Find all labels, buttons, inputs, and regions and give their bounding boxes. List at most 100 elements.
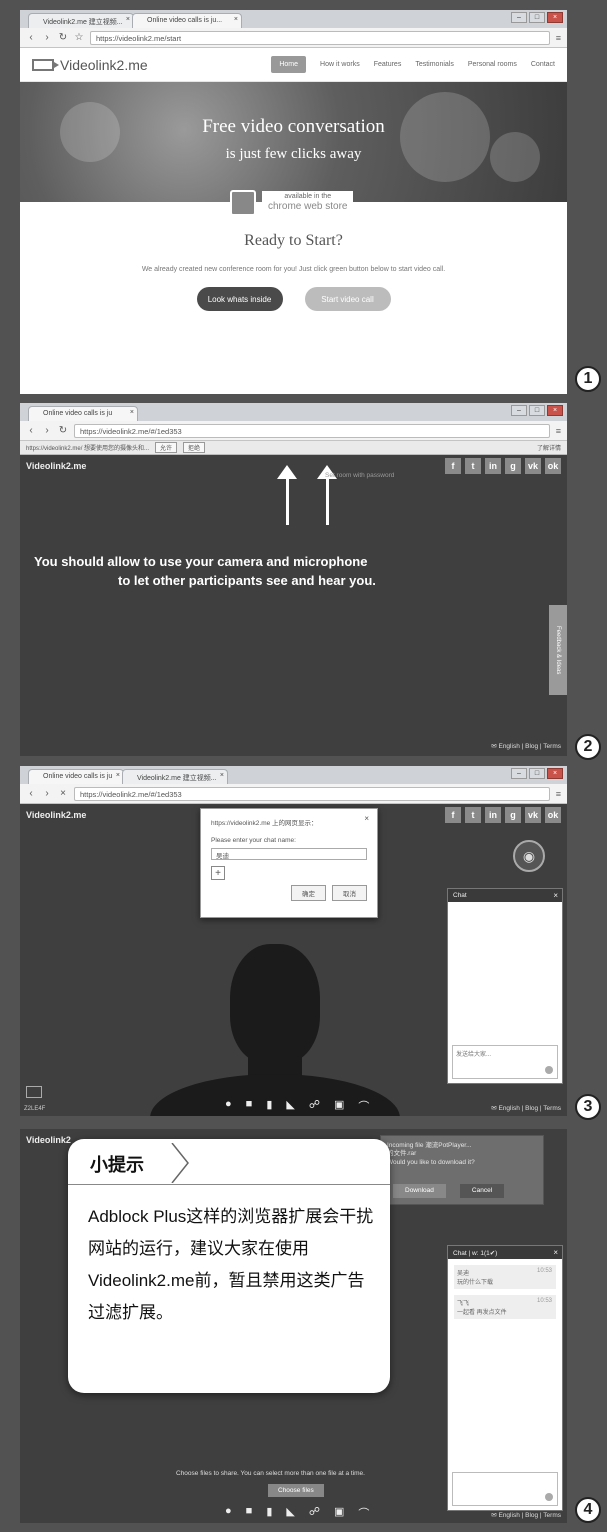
menu-personal-rooms[interactable]: Personal rooms	[468, 61, 517, 68]
share-icon[interactable]: ☍	[309, 1505, 320, 1521]
close-window-button[interactable]: ×	[547, 405, 563, 416]
grid-icon[interactable]	[26, 1086, 42, 1098]
menu-contact[interactable]: Contact	[531, 61, 555, 68]
video-icon[interactable]: ■	[246, 1098, 253, 1114]
tab-videolink[interactable]: Videolink2.me 建立视频... ×	[122, 769, 228, 784]
tab-online-calls[interactable]: Online video calls is ju... ×	[132, 13, 242, 28]
hangup-icon[interactable]: ⌒	[358, 1098, 369, 1114]
camera-icon[interactable]: ◉	[513, 840, 545, 872]
file-icon[interactable]: ▣	[334, 1505, 344, 1521]
deny-button[interactable]: 拒绝	[183, 442, 206, 453]
back-icon[interactable]: ‹	[26, 788, 36, 799]
menu-features[interactable]: Features	[374, 61, 402, 68]
chrome-web-store-badge[interactable]: available in the chrome web store	[230, 190, 354, 216]
tab-label: Online video calls is ju	[43, 773, 113, 780]
tab-online-calls[interactable]: Online video calls is ju ×	[28, 406, 138, 421]
mic-icon[interactable]: ▮	[266, 1098, 272, 1114]
video-off-icon[interactable]: ◣	[286, 1505, 294, 1521]
close-icon[interactable]: ×	[553, 1248, 558, 1257]
chat-input[interactable]	[452, 1472, 558, 1506]
forward-icon[interactable]: ›	[42, 32, 52, 43]
googleplus-icon[interactable]: g	[505, 458, 521, 474]
footer-links[interactable]: ✉ English | Blog | Terms	[491, 1511, 561, 1519]
facebook-icon[interactable]: f	[445, 807, 461, 823]
close-icon[interactable]: ×	[234, 16, 238, 23]
twitter-icon[interactable]: t	[465, 807, 481, 823]
user-icon[interactable]: ●	[225, 1098, 232, 1114]
odnoklassniki-icon[interactable]: ok	[545, 458, 561, 474]
start-video-call-button[interactable]: Start video call	[304, 287, 391, 311]
learn-more-link[interactable]: 了解详情	[537, 443, 561, 452]
maximize-button[interactable]: □	[529, 405, 545, 416]
step-number: 1	[575, 366, 601, 392]
footer-links[interactable]: ✉ English | Blog | Terms	[491, 1104, 561, 1112]
star-icon[interactable]: ☆	[74, 32, 84, 43]
maximize-button[interactable]: □	[529, 768, 545, 779]
reload-icon[interactable]: ↻	[58, 425, 68, 436]
menu-icon[interactable]: ≡	[556, 426, 561, 436]
close-icon[interactable]: ×	[116, 772, 120, 779]
menu-testimonials[interactable]: Testimonials	[415, 61, 454, 68]
stop-icon[interactable]: ×	[58, 788, 68, 799]
close-icon[interactable]: ×	[126, 16, 130, 23]
vk-icon[interactable]: vk	[525, 807, 541, 823]
hangup-icon[interactable]: ⌒	[358, 1505, 369, 1521]
menu-icon[interactable]: ≡	[556, 789, 561, 799]
close-icon[interactable]: ×	[220, 772, 224, 779]
footer-links[interactable]: ✉ English | Blog | Terms	[491, 742, 561, 750]
reload-icon[interactable]: ↻	[58, 32, 68, 43]
tab-online-calls[interactable]: Online video calls is ju ×	[28, 769, 124, 784]
chat-panel: Chat × 发送给大家...	[447, 888, 563, 1084]
tab-videolink[interactable]: Videolink2.me 建立视频... ×	[28, 13, 134, 28]
menu-home[interactable]: Home	[271, 56, 307, 73]
forward-icon[interactable]: ›	[42, 788, 52, 799]
ok-button[interactable]: 确定	[291, 885, 326, 901]
linkedin-icon[interactable]: in	[485, 458, 501, 474]
tab-bar: Videolink2.me 建立视频... × Online video call…	[20, 10, 567, 28]
video-off-icon[interactable]: ◣	[286, 1098, 294, 1114]
maximize-button[interactable]: □	[529, 12, 545, 23]
minimize-button[interactable]: –	[511, 405, 527, 416]
file-icon[interactable]: ▣	[334, 1098, 344, 1114]
close-icon[interactable]: ×	[364, 814, 369, 823]
url-field[interactable]: https://videolink2.me/#/1ed353	[74, 786, 550, 801]
back-icon[interactable]: ‹	[26, 32, 36, 43]
close-window-button[interactable]: ×	[547, 768, 563, 779]
password-hint[interactable]: Set room with password	[325, 472, 394, 479]
googleplus-icon[interactable]: g	[505, 807, 521, 823]
checkbox[interactable]: +	[211, 866, 225, 880]
mic-icon[interactable]: ▮	[266, 1505, 272, 1521]
feedback-tab[interactable]: Feedback & Ideas	[549, 605, 567, 695]
close-icon[interactable]: ×	[553, 891, 558, 900]
url-field[interactable]: https://videolink2.me/start	[90, 30, 550, 45]
chat-name-input[interactable]: 吴迪	[211, 848, 367, 860]
share-icon[interactable]: ☍	[309, 1098, 320, 1114]
look-inside-button[interactable]: Look whats inside	[196, 287, 283, 311]
odnoklassniki-icon[interactable]: ok	[545, 807, 561, 823]
cancel-button[interactable]: 取消	[332, 885, 367, 901]
download-button[interactable]: Download	[393, 1183, 446, 1198]
chat-input[interactable]: 发送给大家...	[452, 1045, 558, 1079]
room-code: Z2LE4F	[24, 1106, 46, 1112]
smiley-icon[interactable]	[545, 1493, 553, 1501]
choose-files-button[interactable]: Choose files	[268, 1484, 324, 1497]
menu-how-it-works[interactable]: How it works	[320, 61, 360, 68]
allow-button[interactable]: 允许	[155, 442, 178, 453]
close-window-button[interactable]: ×	[547, 12, 563, 23]
smiley-icon[interactable]	[545, 1066, 553, 1074]
site-logo[interactable]: Videolink2.me	[32, 57, 148, 73]
user-icon[interactable]: ●	[225, 1505, 232, 1521]
back-icon[interactable]: ‹	[26, 425, 36, 436]
minimize-button[interactable]: –	[511, 768, 527, 779]
cancel-button[interactable]: Cancel	[459, 1183, 505, 1198]
close-icon[interactable]: ×	[130, 409, 134, 416]
url-field[interactable]: https://videolink2.me/#/1ed353	[74, 423, 550, 438]
menu-icon[interactable]: ≡	[556, 33, 561, 43]
linkedin-icon[interactable]: in	[485, 807, 501, 823]
twitter-icon[interactable]: t	[465, 458, 481, 474]
minimize-button[interactable]: –	[511, 12, 527, 23]
vk-icon[interactable]: vk	[525, 458, 541, 474]
video-icon[interactable]: ■	[246, 1505, 253, 1521]
forward-icon[interactable]: ›	[42, 425, 52, 436]
facebook-icon[interactable]: f	[445, 458, 461, 474]
